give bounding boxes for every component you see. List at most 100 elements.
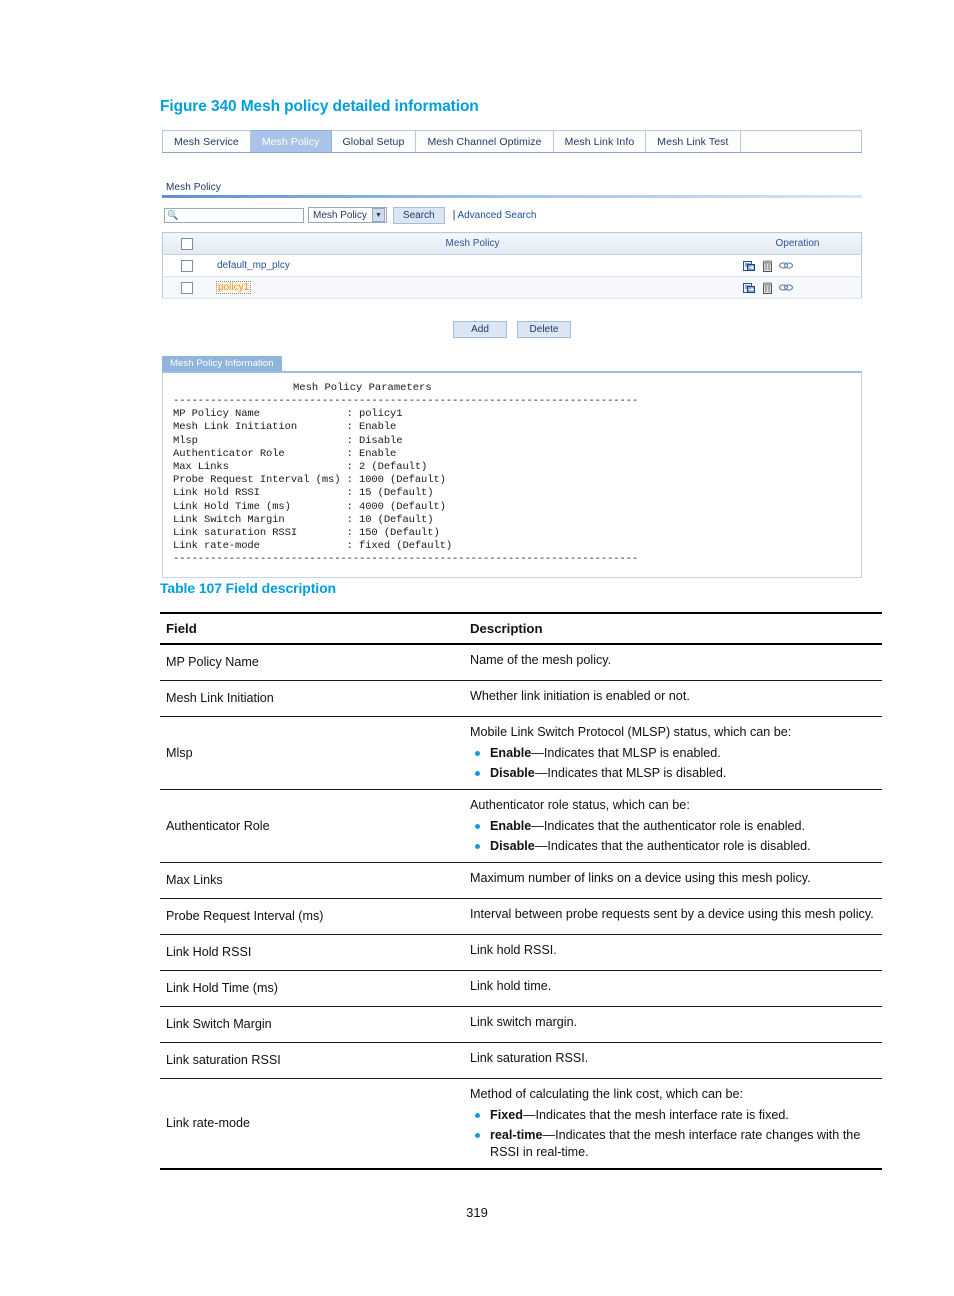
tab-label: Mesh Service <box>174 135 239 148</box>
bullet-icon <box>475 1113 480 1118</box>
bullet-term: Disable <box>490 839 535 853</box>
row-select-cell <box>162 276 211 299</box>
add-button[interactable]: Add <box>453 321 507 338</box>
field-table-body: MP Policy Name Name of the mesh policy. Me… <box>160 644 882 1170</box>
policy-name-cell[interactable]: policy1 <box>211 276 734 299</box>
field-description-cell: Interval between probe requests sent by … <box>464 898 882 935</box>
field-name-cell: Link rate-mode <box>160 1078 464 1170</box>
column-header-field: Field <box>160 612 464 645</box>
column-header-operation: Operation <box>734 232 862 255</box>
tab-mesh-link-test[interactable]: Mesh Link Test <box>646 130 741 152</box>
tab-mesh-policy-information[interactable]: Mesh Policy Information <box>162 356 282 371</box>
field-name-cell: MP Policy Name <box>160 644 464 681</box>
description-bullet-list: Fixed—Indicates that the mesh interface … <box>470 1107 876 1161</box>
field-description-cell: Maximum number of links on a device usin… <box>464 862 882 899</box>
bullet-text: —Indicates that the mesh interface rate … <box>490 1128 861 1159</box>
row-select-cell <box>162 254 211 277</box>
field-name-cell: Link Hold Time (ms) <box>160 970 464 1007</box>
tab-mesh-channel-optimize[interactable]: Mesh Channel Optimize <box>416 130 554 152</box>
field-table-row: Link Hold RSSI Link hold RSSI. <box>160 934 882 971</box>
operation-icons <box>740 260 855 272</box>
tab-label: Mesh Link Test <box>657 135 729 148</box>
page-number: 319 <box>466 1205 488 1220</box>
mesh-policy-information-panel: Mesh Policy Information Mesh Policy Para… <box>162 356 862 578</box>
field-name-cell: Link Hold RSSI <box>160 934 464 971</box>
delete-button[interactable]: Delete <box>517 321 571 338</box>
advanced-search-link[interactable]: Advanced Search <box>457 210 536 221</box>
field-table-row: Link Hold Time (ms) Link hold time. <box>160 970 882 1007</box>
description-bullet-item: Enable—Indicates that the authenticator … <box>470 818 876 835</box>
parameter-line: Link rate-mode : fixed (Default) <box>173 540 453 553</box>
bullet-term: Enable <box>490 746 532 760</box>
operation-cell <box>734 276 862 299</box>
field-name-cell: Mesh Link Initiation <box>160 680 464 717</box>
edit-icon[interactable] <box>743 282 756 294</box>
operation-icons <box>740 282 855 294</box>
table-action-buttons: Add Delete <box>162 321 862 338</box>
bullet-text: —Indicates that MLSP is disabled. <box>534 766 727 780</box>
tab-mesh-service[interactable]: Mesh Service <box>162 130 251 152</box>
bullet-term: Enable <box>490 819 532 833</box>
row-checkbox[interactable] <box>181 259 193 272</box>
parameter-line: Probe Request Interval (ms) : 1000 (Defa… <box>173 474 446 487</box>
tab-label: Mesh Link Info <box>564 135 635 148</box>
policy-name-cell[interactable]: default_mp_plcy <box>211 254 734 277</box>
section-divider <box>162 195 862 198</box>
tab-global-setup[interactable]: Global Setup <box>331 130 417 152</box>
row-checkbox[interactable] <box>181 281 193 294</box>
tab-bar-filler <box>740 130 862 152</box>
search-scope-select[interactable]: Mesh Policy ▼ <box>308 207 387 223</box>
table-row[interactable]: default_mp_plcy <box>162 254 862 277</box>
tab-bar: Mesh Service Mesh Policy Global Setup Me… <box>162 130 862 153</box>
field-table-row: MP Policy Name Name of the mesh policy. <box>160 644 882 681</box>
info-panel-body: Mesh Policy Parameters -----------------… <box>162 373 862 578</box>
bullet-text: —Indicates that the authenticator role i… <box>531 819 806 833</box>
search-button[interactable]: Search <box>392 206 445 224</box>
description-text: Method of calculating the link cost, whi… <box>470 1087 744 1101</box>
column-header-description: Description <box>464 612 882 645</box>
table-header-row: Mesh Policy Operation <box>162 232 862 255</box>
description-bullet-list: Enable—Indicates that MLSP is enabled. Di… <box>470 745 876 782</box>
document-page: Figure 340 Mesh policy detailed informat… <box>0 0 954 1296</box>
field-name-cell: Link saturation RSSI <box>160 1042 464 1079</box>
link-icon[interactable] <box>779 283 793 292</box>
tab-mesh-policy[interactable]: Mesh Policy <box>250 130 332 152</box>
field-description-cell: Name of the mesh policy. <box>464 644 882 681</box>
tab-mesh-link-info[interactable]: Mesh Link Info <box>553 130 647 152</box>
field-description-cell: Link saturation RSSI. <box>464 1042 882 1079</box>
description-bullet-item: Enable—Indicates that MLSP is enabled. <box>470 745 876 762</box>
section-title: Mesh Policy <box>166 182 222 193</box>
field-name-cell: Max Links <box>160 862 464 899</box>
description-bullet-item: real-time—Indicates that the mesh interf… <box>470 1127 876 1161</box>
parameter-line: Link Hold RSSI : 15 (Default) <box>173 487 434 500</box>
field-description-cell: Method of calculating the link cost, whi… <box>464 1078 882 1170</box>
description-text: Link hold RSSI. <box>470 943 557 957</box>
chevron-down-icon: ▼ <box>371 208 385 222</box>
bullet-term: Fixed <box>490 1108 523 1122</box>
field-name-cell: Link Switch Margin <box>160 1006 464 1043</box>
description-text: Interval between probe requests sent by … <box>470 907 874 921</box>
search-icon: 🔍 <box>167 209 179 220</box>
table-caption: Table 107 Field description <box>160 580 336 596</box>
column-header-mesh-policy[interactable]: Mesh Policy <box>211 232 734 255</box>
field-description-cell: Authenticator role status, which can be:… <box>464 789 882 863</box>
selected-policy-name[interactable]: policy1 <box>215 281 252 294</box>
screenshot-figure: Mesh Service Mesh Policy Global Setup Me… <box>162 130 862 578</box>
bullet-icon <box>475 751 480 756</box>
link-icon[interactable] <box>779 261 793 270</box>
table-row[interactable]: policy1 <box>162 276 862 299</box>
delete-icon[interactable] <box>763 260 772 272</box>
parameters-divider-top: ----------------------------------------… <box>173 395 639 407</box>
delete-icon[interactable] <box>763 282 772 294</box>
bullet-icon <box>475 844 480 849</box>
edit-icon[interactable] <box>743 260 756 272</box>
field-name-cell: Authenticator Role <box>160 789 464 863</box>
bullet-text: —Indicates that MLSP is enabled. <box>531 746 721 760</box>
select-all-checkbox[interactable] <box>181 237 193 250</box>
tab-label: Mesh Channel Optimize <box>427 135 542 148</box>
parameter-line: Max Links : 2 (Default) <box>173 461 428 474</box>
field-table-row: Max Links Maximum number of links on a de… <box>160 862 882 899</box>
field-description-cell: Link hold time. <box>464 970 882 1007</box>
bullet-text: —Indicates that the mesh interface rate … <box>522 1108 789 1122</box>
search-input[interactable]: 🔍 <box>164 207 304 223</box>
